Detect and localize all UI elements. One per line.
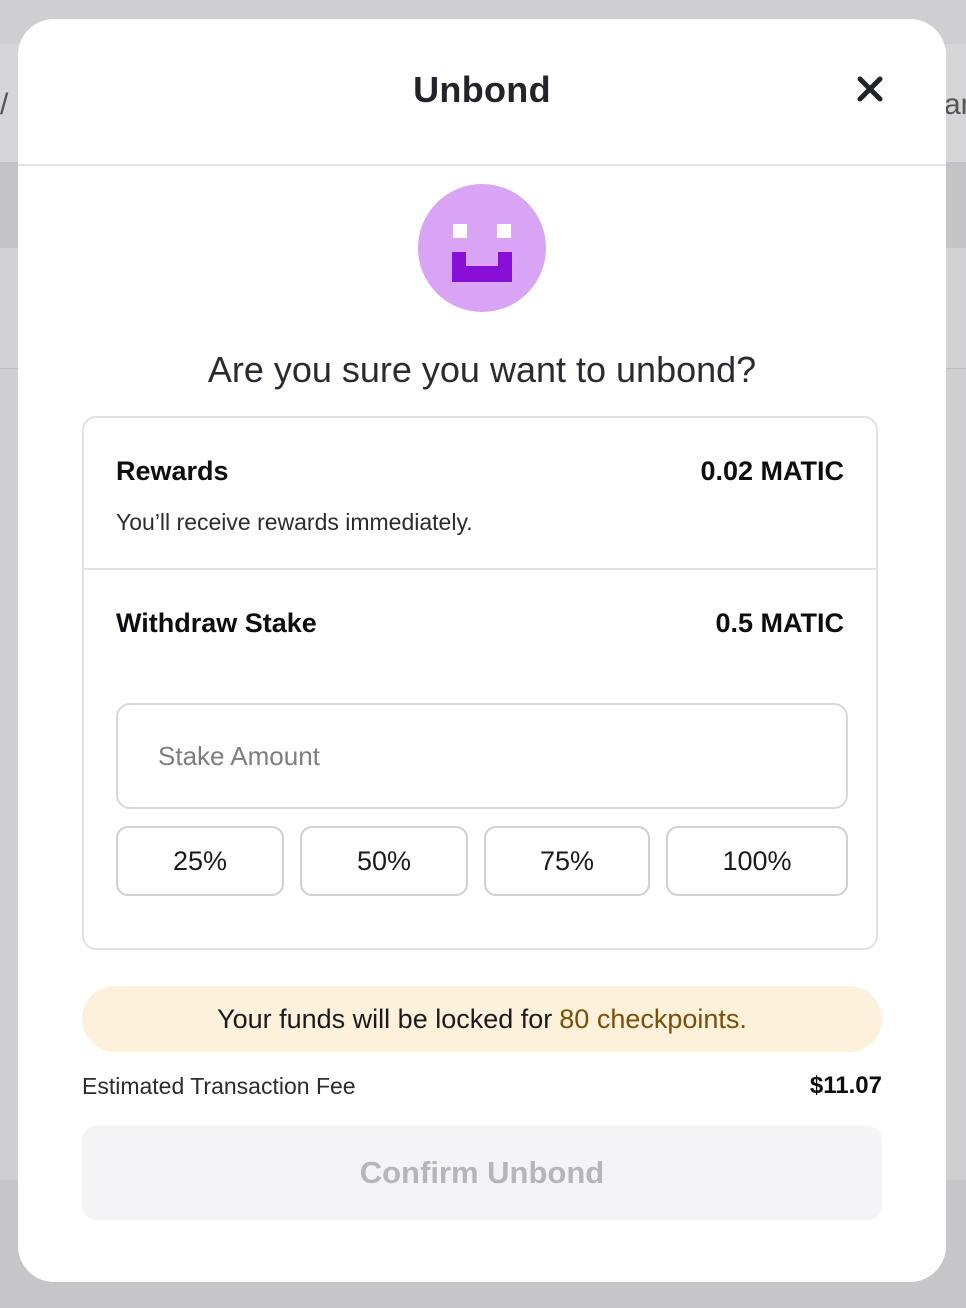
percent-50-button[interactable]: 50% xyxy=(300,826,468,896)
background-text-fragment: ar xyxy=(944,88,966,121)
confirm-unbond-button[interactable]: Confirm Unbond xyxy=(82,1126,882,1220)
fee-label: Estimated Transaction Fee xyxy=(82,1073,356,1099)
rewards-note: You’ll receive rewards immediately. xyxy=(116,509,473,535)
fee-value: $11.07 xyxy=(809,1072,882,1099)
close-button[interactable] xyxy=(848,67,892,111)
lock-notice-checkpoints: 80 checkpoints. xyxy=(559,1003,747,1034)
percent-25-button[interactable]: 25% xyxy=(116,826,284,896)
confirmation-question: Are you sure you want to unbond? xyxy=(207,349,757,390)
percent-75-button[interactable]: 75% xyxy=(484,826,650,896)
lock-notice: Your funds will be locked for 80 checkpo… xyxy=(82,986,882,1052)
card-divider xyxy=(84,568,876,570)
stake-amount-input[interactable] xyxy=(116,703,848,809)
background-text-fragment: / xyxy=(0,88,9,121)
percent-100-button[interactable]: 100% xyxy=(666,826,848,896)
rewards-value: 0.02 MATIC xyxy=(700,456,844,486)
close-icon xyxy=(857,76,883,102)
lock-notice-text: Your funds will be locked for xyxy=(217,1003,553,1034)
withdraw-stake-value: 0.5 MATIC xyxy=(715,608,844,638)
unbond-details-card: Rewards 0.02 MATIC You’ll receive reward… xyxy=(82,416,878,950)
rewards-label: Rewards xyxy=(116,456,229,486)
modal-header: Unbond xyxy=(18,19,946,166)
unbond-modal: Unbond Are you sure you want to unbond? … xyxy=(18,19,946,1282)
withdraw-stake-label: Withdraw Stake xyxy=(116,608,317,638)
smiley-face-icon xyxy=(452,224,512,282)
avatar xyxy=(418,184,546,312)
modal-title: Unbond xyxy=(413,69,551,110)
